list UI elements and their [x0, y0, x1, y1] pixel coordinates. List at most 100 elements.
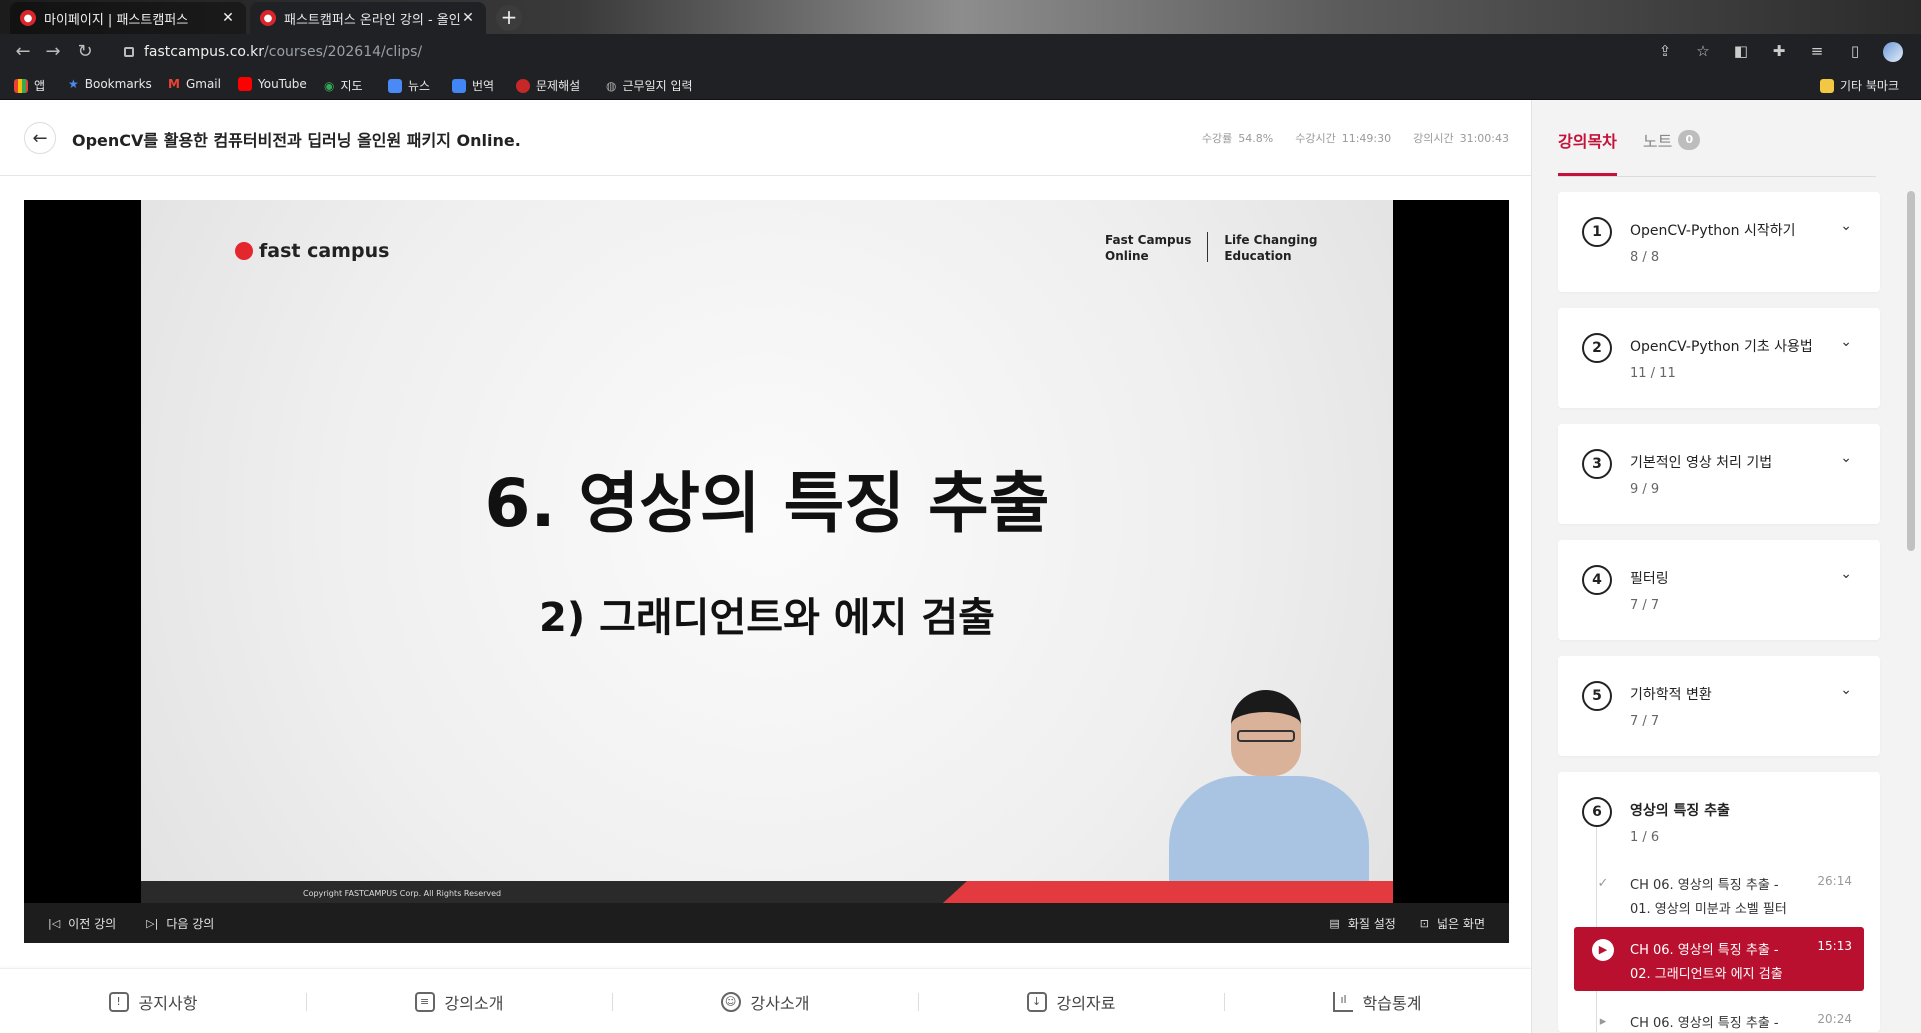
wide-screen-button[interactable]: ⊡ 넓은 화면 — [1420, 915, 1485, 932]
profile-avatar[interactable] — [1883, 42, 1903, 62]
share-icon[interactable]: ⇪ — [1655, 42, 1675, 62]
prev-lecture-button[interactable]: |◁ 이전 강의 — [48, 915, 116, 932]
chapter-progress: 9 / 9 — [1630, 482, 1660, 497]
bookmark-youtube[interactable]: YouTube — [238, 77, 307, 91]
bookmark-bookmarks[interactable]: ★ Bookmarks — [68, 77, 152, 91]
chevron-down-icon[interactable]: ⌄ — [1840, 334, 1852, 350]
clip-item[interactable]: ✓ CH 06. 영상의 특징 추출 - 01. 영상의 미분과 소벨 필터 2… — [1574, 862, 1864, 926]
next-lecture-button[interactable]: ▷| 다음 강의 — [146, 915, 214, 932]
puzzle-icon[interactable]: ✚ — [1769, 42, 1789, 62]
new-tab-button[interactable]: + — [496, 5, 522, 31]
translate-icon — [452, 78, 466, 93]
map-pin-icon: ◉ — [324, 78, 335, 93]
notice-icon: ! — [108, 991, 129, 1012]
folder-icon — [1820, 78, 1834, 93]
checkmark-icon: ✓ — [1597, 876, 1609, 891]
bookmark-apps[interactable]: 앱 — [14, 77, 45, 94]
clip-item[interactable]: ▸ CH 06. 영상의 특징 추출 - 20:24 — [1574, 1000, 1864, 1032]
chapter-progress: 7 / 7 — [1630, 714, 1660, 729]
chapter-item[interactable]: 4 필터링 7 / 7 ⌄ — [1558, 540, 1880, 640]
reload-icon[interactable]: ↻ — [74, 41, 96, 63]
chapter-progress: 11 / 11 — [1630, 366, 1676, 381]
browser-tab-lecture[interactable]: ● 패스트캠퍼스 온라인 강의 - 올인 ✕ — [250, 2, 486, 34]
bookmark-news[interactable]: 뉴스 — [388, 77, 430, 94]
browser-tab-mypage[interactable]: ● 마이페이지 | 패스트캠퍼스 ✕ — [10, 2, 246, 34]
chevron-down-icon[interactable]: ⌄ — [1840, 566, 1852, 582]
bookmark-label: 기타 북마크 — [1840, 79, 1900, 93]
chapter-item[interactable]: 5 기하학적 변환 7 / 7 ⌄ — [1558, 656, 1880, 756]
tab-notice[interactable]: ! 공지사항 — [0, 969, 306, 1033]
problem-site-icon — [516, 78, 530, 93]
clip-duration: 15:13 — [1817, 939, 1852, 953]
forward-arrow-icon[interactable]: → — [42, 41, 64, 63]
tab-learning-stats[interactable]: ıl 학습통계 — [1224, 969, 1530, 1033]
chevron-down-icon[interactable]: ⌄ — [1840, 450, 1852, 466]
stat-progress: 수강률 54.8% — [1201, 132, 1274, 145]
tab-title: 마이페이지 | 패스트캠퍼스 — [44, 12, 189, 28]
progress-stats: 수강률 54.8% 수강시간 11:49:30 강의시간 31:00:43 — [1202, 130, 1509, 146]
player-control-bar: |◁ 이전 강의 ▷| 다음 강의 ▤ 화질 설정 ⊡ 넓은 화면 — [24, 903, 1509, 943]
bookmark-label: 문제해설 — [536, 79, 581, 93]
fastcampus-logo-icon — [235, 242, 253, 260]
tab-instructor-intro[interactable]: ☺ 강사소개 — [612, 969, 918, 1033]
chapter-number: 2 — [1582, 333, 1612, 363]
apps-grid-icon — [14, 78, 28, 93]
close-tab-icon[interactable]: ✕ — [460, 10, 476, 26]
tab-notes[interactable]: 노트 0 — [1643, 100, 1701, 176]
play-small-icon: ▸ — [1599, 1014, 1607, 1029]
clipboard-icon: ≡ — [414, 991, 435, 1012]
extension-icon[interactable]: ◧ — [1731, 42, 1751, 62]
bookmark-translate[interactable]: 번역 — [452, 77, 494, 94]
close-tab-icon[interactable]: ✕ — [220, 10, 236, 26]
slide-brand-text: Fast Campus Online Life Changing Education — [1105, 232, 1318, 263]
tab-curriculum[interactable]: 강의목차 — [1558, 100, 1617, 176]
bookmark-star-icon[interactable]: ☆ — [1693, 42, 1713, 62]
quality-icon: ▤ — [1329, 916, 1340, 930]
copyright-text: Copyright FASTCAMPUS Corp. All Rights Re… — [303, 889, 502, 898]
stat-watched-time: 수강시간 11:49:30 — [1295, 132, 1392, 145]
clip-duration: 20:24 — [1817, 1012, 1852, 1026]
bookmark-label: 지도 — [340, 79, 363, 93]
bar-chart-icon: ıl — [1332, 991, 1353, 1012]
other-bookmarks[interactable]: 기타 북마크 — [1820, 77, 1899, 94]
news-icon — [388, 78, 402, 93]
chapter-item[interactable]: 3 기본적인 영상 처리 기법 9 / 9 ⌄ — [1558, 424, 1880, 524]
sidebar-scrollbar[interactable] — [1905, 185, 1917, 1033]
slide-title: 6. 영상의 특징 추출 — [484, 465, 1050, 542]
clip-item-current[interactable]: ▶ CH 06. 영상의 특징 추출 - 02. 그래디언트와 에지 검출 15… — [1574, 927, 1864, 991]
bookmark-problem[interactable]: 문제해설 — [516, 77, 580, 94]
chapter-item-expanded[interactable]: 6 영상의 특징 추출 1 / 6 ✓ CH 06. 영상의 특징 추출 - 0… — [1558, 772, 1880, 1032]
chapter-title: 영상의 특징 추출 — [1630, 803, 1730, 819]
side-panel-icon[interactable]: ▯ — [1845, 42, 1865, 62]
tab-title: 패스트캠퍼스 온라인 강의 - 올인 — [284, 12, 460, 28]
bookmarks-bar: 앱 ★ Bookmarks M Gmail YouTube ◉ 지도 뉴스 번역… — [0, 70, 1921, 100]
chapter-item[interactable]: 1 OpenCV-Python 시작하기 8 / 8 ⌄ — [1558, 192, 1880, 292]
tab-course-intro[interactable]: ≡ 강의소개 — [306, 969, 612, 1033]
url-path: /courses/202614/clips/ — [264, 44, 423, 60]
chapter-number: 1 — [1582, 217, 1612, 247]
bookmark-label: 번역 — [472, 79, 495, 93]
media-control-icon[interactable]: ≡ — [1807, 42, 1827, 62]
bookmark-gmail[interactable]: M Gmail — [168, 77, 221, 91]
curriculum-sidebar: 강의목차 노트 0 1 OpenCV-Python 시작하기 8 / 8 ⌄ 2… — [1531, 100, 1921, 1033]
address-bar[interactable]: fastcampus.co.kr /courses/202614/clips/ — [112, 38, 1642, 66]
url-host: fastcampus.co.kr — [144, 44, 265, 60]
chapter-title: OpenCV-Python 기초 사용법 — [1630, 339, 1813, 355]
chevron-down-icon[interactable]: ⌄ — [1840, 682, 1852, 698]
tab-materials[interactable]: ↓ 강의자료 — [918, 969, 1224, 1033]
back-arrow-icon[interactable]: ← — [12, 41, 34, 63]
chapter-item[interactable]: 2 OpenCV-Python 기초 사용법 11 / 11 ⌄ — [1558, 308, 1880, 408]
chapter-progress: 7 / 7 — [1630, 598, 1660, 613]
scrollbar-thumb[interactable] — [1907, 191, 1915, 551]
bookmark-maps[interactable]: ◉ 지도 — [324, 77, 363, 94]
bookmark-worklog[interactable]: ◍ 근무일지 입력 — [606, 77, 693, 94]
presenter-video — [1169, 690, 1369, 903]
back-button[interactable]: ← — [24, 122, 56, 154]
bookmark-label: Gmail — [185, 77, 221, 91]
skip-previous-icon: |◁ — [48, 916, 61, 930]
video-player[interactable]: fast campus Fast Campus Online Life Chang… — [24, 200, 1509, 943]
person-icon: ☺ — [720, 991, 741, 1012]
sidebar-tabs: 강의목차 노트 0 — [1558, 100, 1701, 176]
chevron-down-icon[interactable]: ⌄ — [1840, 218, 1852, 234]
quality-settings-button[interactable]: ▤ 화질 설정 — [1329, 915, 1395, 932]
